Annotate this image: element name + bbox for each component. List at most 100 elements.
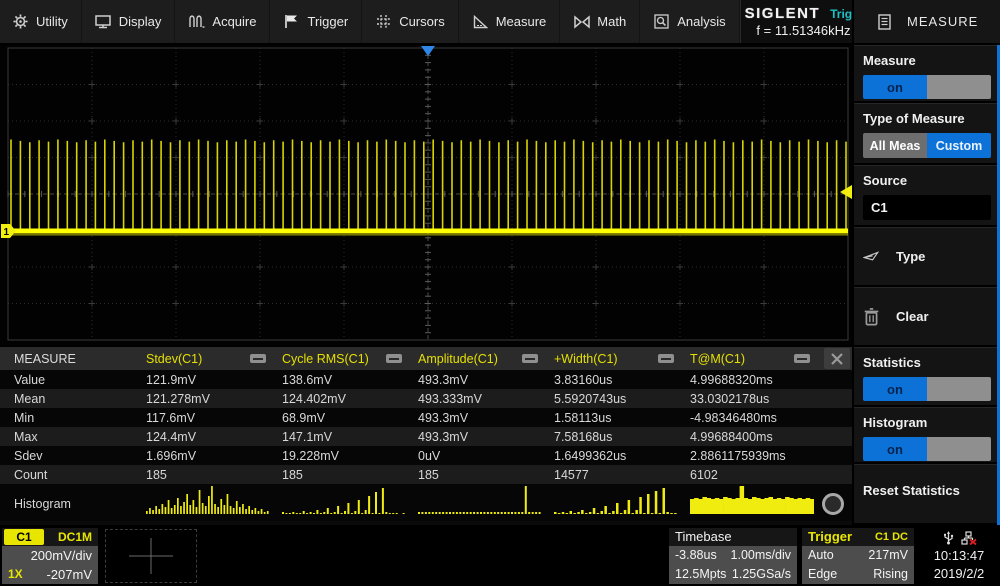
clear-button[interactable]: Clear xyxy=(854,287,997,347)
reset-statistics-button[interactable]: Reset Statistics xyxy=(854,464,997,525)
measure-toggle[interactable]: on xyxy=(863,75,991,99)
analysis-icon xyxy=(653,14,670,30)
top-menu-bar: Utility Display Acquire Trigger xyxy=(0,0,852,45)
measure-table: MEASUREStdev(C1)Cycle RMS(C1)Amplitude(C… xyxy=(0,345,852,525)
svg-text:1: 1 xyxy=(4,227,10,238)
menu-acquire-label: Acquire xyxy=(212,14,256,29)
frequency-readout: f = 11.51346kHz xyxy=(756,23,850,38)
ruler-triangle-icon xyxy=(472,14,489,30)
measure-toggle-on: on xyxy=(863,75,927,99)
table-drag-handle[interactable] xyxy=(822,493,844,515)
menu-utility[interactable]: Utility xyxy=(0,0,82,43)
trigger-position-marker xyxy=(421,46,435,56)
type-of-measure-label: Type of Measure xyxy=(863,111,988,126)
usb-icon xyxy=(942,531,955,545)
measure-value: 7.58168us xyxy=(548,430,684,444)
histogram-stdev xyxy=(140,484,276,523)
menu-math[interactable]: Math xyxy=(560,0,640,43)
menu-acquire[interactable]: Acquire xyxy=(175,0,270,43)
custom-button[interactable]: Custom xyxy=(927,133,991,158)
statistics-label: Statistics xyxy=(863,355,988,370)
measure-column-header[interactable]: Stdev(C1) xyxy=(140,347,276,370)
histogram-row: Histogram xyxy=(0,484,852,521)
trigger-slope: Rising xyxy=(873,567,908,581)
channel1-badge: C1 xyxy=(4,529,44,545)
measure-value: 4.99688320ms xyxy=(684,373,820,387)
waveform-display[interactable]: 1 xyxy=(0,45,852,345)
histogram-amplitude xyxy=(412,484,548,523)
empty-channel-slot[interactable] xyxy=(105,529,197,583)
trigger-box[interactable]: Trigger C1 DC Auto 217mV Edge Rising xyxy=(802,528,914,584)
measure-column-name: +Width(C1) xyxy=(554,352,618,366)
measure-value: 117.6mV xyxy=(140,411,276,425)
measure-value: 0uV xyxy=(412,449,548,463)
measure-value: 1.58113us xyxy=(548,411,684,425)
remove-measure-button[interactable] xyxy=(794,354,810,363)
all-meas-button[interactable]: All Meas xyxy=(863,133,927,158)
measure-value: 33.0302178us xyxy=(684,392,820,406)
histogram-toggle[interactable]: on xyxy=(863,437,991,461)
status-bar: C1 DC1M 200mV/div 1X -207mV Timebase -3.… xyxy=(0,525,1000,586)
menu-analysis-label: Analysis xyxy=(677,14,725,29)
measure-value: 6102 xyxy=(684,468,820,482)
histogram-row-label: Histogram xyxy=(0,497,140,511)
measure-value: 1.696mV xyxy=(140,449,276,463)
remove-measure-button[interactable] xyxy=(250,354,266,363)
measure-value: 124.402mV xyxy=(276,392,412,406)
measure-column-header[interactable]: Amplitude(C1) xyxy=(412,347,548,370)
table-row: Count185185185145776102 xyxy=(0,465,852,484)
trigger-type: Edge xyxy=(808,567,837,581)
histogram-t-at-m xyxy=(684,484,820,523)
measure-column-header[interactable]: T@M(C1) xyxy=(684,347,820,370)
gear-icon xyxy=(12,14,29,30)
timebase-box[interactable]: Timebase -3.88us 1.00ms/div 12.5Mpts 1.2… xyxy=(669,528,797,584)
row-label: Min xyxy=(0,411,140,425)
source-select[interactable]: C1 xyxy=(863,195,991,220)
table-row: Sdev1.696mV19.228mV0uV1.6499362us2.88611… xyxy=(0,446,852,465)
statistics-toggle-on: on xyxy=(863,377,927,401)
menu-cursors[interactable]: Cursors xyxy=(362,0,459,43)
histogram-label: Histogram xyxy=(863,415,988,430)
statistics-toggle[interactable]: on xyxy=(863,377,991,401)
measure-column-name: Amplitude(C1) xyxy=(418,352,498,366)
measure-column-header[interactable]: Cycle RMS(C1) xyxy=(276,347,412,370)
measure-value: 121.9mV xyxy=(140,373,276,387)
menu-list: Utility Display Acquire Trigger xyxy=(0,0,740,43)
channel1-offset: -207mV xyxy=(46,567,92,582)
menu-measure[interactable]: Measure xyxy=(459,0,561,43)
menu-analysis[interactable]: Analysis xyxy=(640,0,739,43)
measure-table-rows: Value121.9mV138.6mV493.3mV3.83160us4.996… xyxy=(0,370,852,484)
measure-value: 185 xyxy=(140,468,276,482)
measure-column-name: T@M(C1) xyxy=(690,352,745,366)
measure-value: 493.333mV xyxy=(412,392,548,406)
clock-block: 10:13:47 2019/2/2 xyxy=(920,529,998,583)
siglent-logo: SIGLENT xyxy=(745,5,821,22)
statistics-toggle-off xyxy=(927,377,991,401)
menu-display[interactable]: Display xyxy=(82,0,176,43)
menu-trigger[interactable]: Trigger xyxy=(270,0,362,43)
measure-column-header[interactable]: +Width(C1) xyxy=(548,347,684,370)
remove-measure-button[interactable] xyxy=(386,354,402,363)
row-label: Max xyxy=(0,430,140,444)
remove-measure-button[interactable] xyxy=(658,354,674,363)
lan-disconnected-icon xyxy=(961,531,977,545)
timebase-points: 12.5Mpts xyxy=(675,567,726,581)
panel-title: MEASURE xyxy=(907,14,978,29)
clipboard-icon xyxy=(876,14,893,30)
math-icon xyxy=(573,14,590,30)
row-label: Value xyxy=(0,373,140,387)
flag-icon xyxy=(283,14,300,30)
cursors-icon xyxy=(375,14,392,30)
menu-cursors-label: Cursors xyxy=(399,14,445,29)
close-table-button[interactable] xyxy=(824,348,850,369)
timebase-scale: 1.00ms/div xyxy=(731,548,791,562)
measure-value: 121.278mV xyxy=(140,392,276,406)
type-button-label: Type xyxy=(896,249,925,264)
clear-button-label: Clear xyxy=(896,309,929,324)
measure-value: 493.3mV xyxy=(412,411,548,425)
menu-math-label: Math xyxy=(597,14,626,29)
menu-utility-label: Utility xyxy=(36,14,68,29)
channel1-descriptor[interactable]: C1 DC1M 200mV/div 1X -207mV xyxy=(2,528,98,584)
remove-measure-button[interactable] xyxy=(522,354,538,363)
type-button[interactable]: Type xyxy=(854,227,997,287)
